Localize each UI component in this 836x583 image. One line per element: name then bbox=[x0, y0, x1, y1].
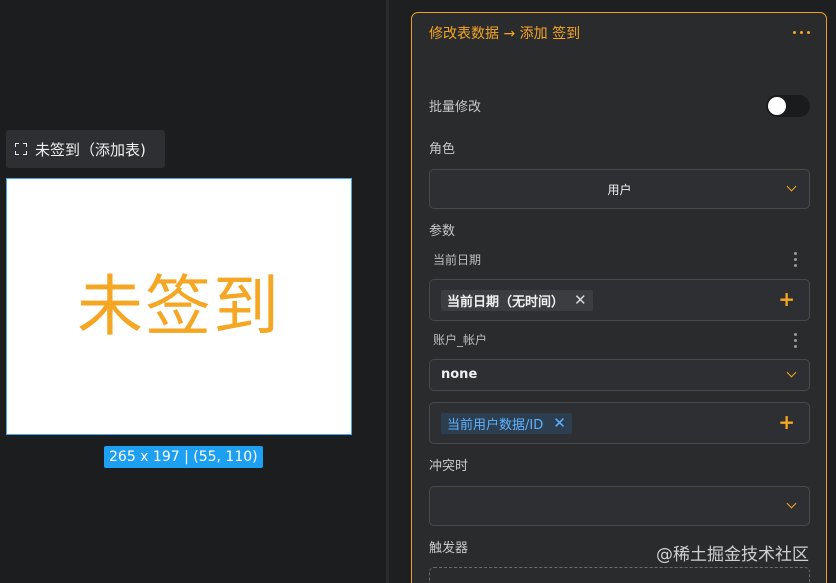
param-account-select-value: none bbox=[441, 367, 478, 382]
add-icon[interactable]: + bbox=[778, 412, 795, 432]
trigger-label: 触发器 bbox=[429, 541, 469, 556]
param-account-menu-icon[interactable] bbox=[794, 333, 797, 348]
chip-text: 当前日期（无时间） bbox=[447, 295, 565, 310]
canvas-area: 未签到（添加表) 未签到 265 x 197 | (55, 110) bbox=[0, 0, 388, 583]
chip-text: 当前用户数据/ID bbox=[447, 418, 544, 433]
params-label: 参数 bbox=[429, 224, 456, 239]
watermark: @稀土掘金技术社区 bbox=[656, 545, 809, 565]
value-chip: 当前用户数据/ID ✕ bbox=[441, 413, 572, 434]
chevron-down-icon bbox=[786, 367, 797, 378]
role-select[interactable]: 用户 bbox=[429, 169, 810, 209]
selected-component[interactable]: 未签到 bbox=[6, 178, 352, 435]
conflict-label: 冲突时 bbox=[429, 459, 469, 474]
close-icon[interactable]: ✕ bbox=[574, 293, 587, 308]
toggle-knob bbox=[768, 97, 786, 115]
param-account-label: 账户_帐户 bbox=[433, 333, 488, 347]
value-chip: 当前日期（无时间） ✕ bbox=[441, 290, 593, 311]
param-current-date-value-box[interactable]: 当前日期（无时间） ✕ + bbox=[429, 279, 810, 321]
role-select-value: 用户 bbox=[607, 183, 632, 197]
focus-icon bbox=[15, 143, 27, 155]
more-options-icon[interactable] bbox=[793, 31, 810, 34]
param-current-date-label: 当前日期 bbox=[433, 253, 482, 267]
component-tag[interactable]: 未签到（添加表) bbox=[6, 130, 165, 168]
batch-edit-label: 批量修改 bbox=[429, 100, 482, 115]
panel-title: 修改表数据 → 添加 签到 bbox=[429, 26, 581, 42]
cropped-label-fragment bbox=[346, 577, 386, 583]
chevron-down-icon bbox=[786, 498, 797, 509]
component-text: 未签到 bbox=[77, 267, 281, 345]
param-account-value-box[interactable]: 当前用户数据/ID ✕ + bbox=[429, 402, 810, 444]
batch-edit-toggle[interactable] bbox=[766, 95, 810, 117]
component-tag-label: 未签到（添加表) bbox=[35, 140, 146, 159]
add-icon[interactable]: + bbox=[778, 289, 795, 309]
param-current-date-menu-icon[interactable] bbox=[794, 252, 797, 267]
action-panel: 修改表数据 → 添加 签到 批量修改 角色 用户 参数 当前日期 当前日期（无时… bbox=[411, 12, 827, 583]
panel-divider[interactable] bbox=[386, 0, 389, 583]
conflict-select[interactable] bbox=[429, 486, 810, 526]
close-icon[interactable]: ✕ bbox=[553, 416, 566, 431]
size-position-badge: 265 x 197 | (55, 110) bbox=[104, 446, 263, 468]
trigger-dropzone[interactable] bbox=[429, 567, 810, 583]
role-label: 角色 bbox=[429, 142, 456, 157]
param-account-select[interactable]: none bbox=[429, 359, 810, 391]
